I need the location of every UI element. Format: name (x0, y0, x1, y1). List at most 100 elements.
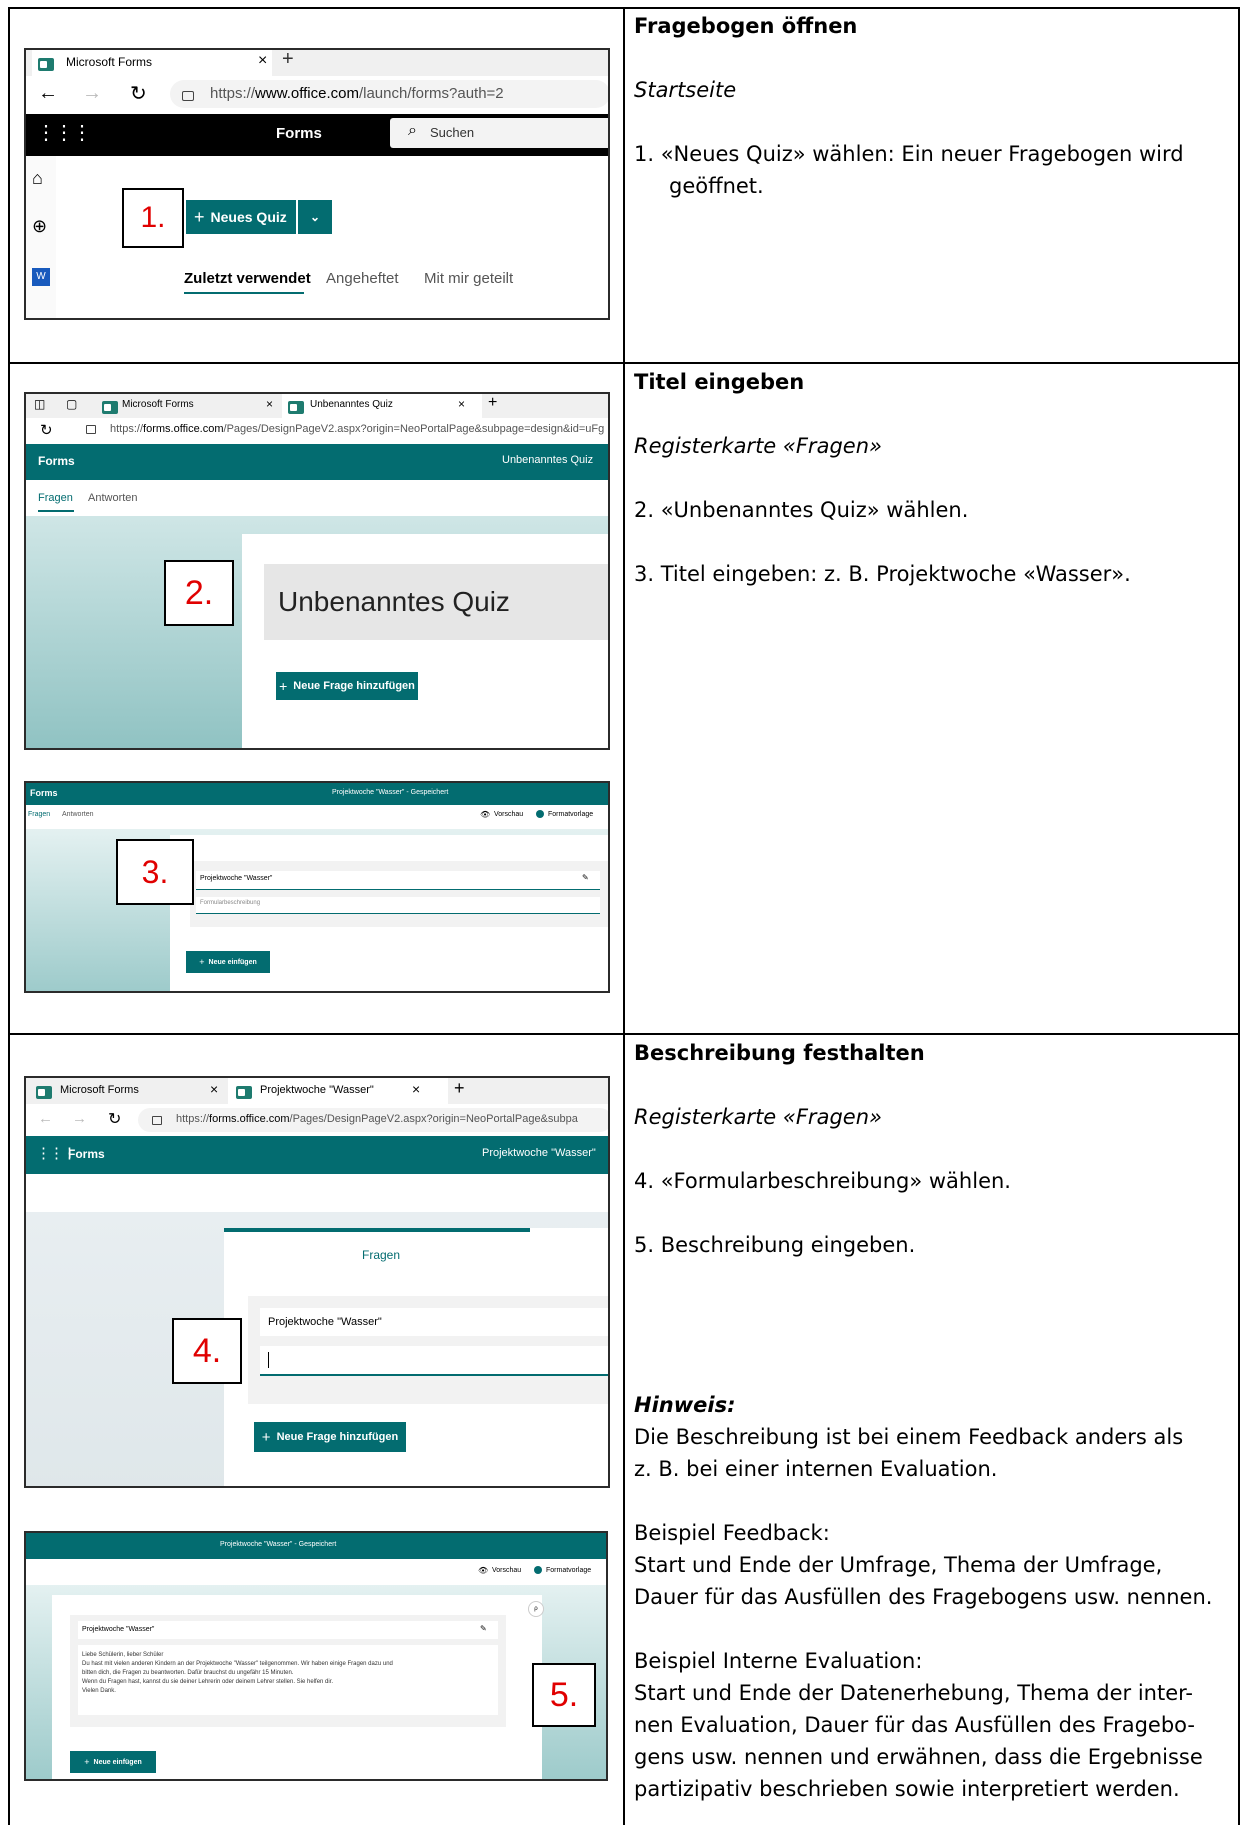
insert-new-button[interactable]: + Neue einfügen (186, 951, 270, 973)
app-launcher-icon[interactable]: ⋮⋮⋮ (36, 120, 92, 145)
url-text[interactable]: https://forms.office.com/Pages/DesignPag… (110, 423, 604, 435)
header-title[interactable]: Projektwoche "Wasser" - Gespeichert (220, 1541, 336, 1548)
desc-line-5: Vielen Dank. (82, 1688, 116, 1694)
table-row-divider-2 (8, 1033, 1240, 1035)
office-header: ⋮⋮⋮ Forms ⌕ Suchen (26, 114, 608, 156)
header-title[interactable]: Projektwoche "Wasser" (482, 1147, 596, 1159)
tab-actions-icon[interactable]: ▢ (66, 397, 77, 411)
plus-icon: + (261, 1428, 271, 1446)
row2-instructions: Titel eingeben Registerkarte «Fragen» 2.… (634, 366, 1234, 590)
tab2-close-icon[interactable]: × (412, 1081, 420, 1097)
edit-icon[interactable]: ✎ (582, 873, 589, 882)
preview-label[interactable]: Vorschau (494, 811, 523, 818)
add-question-button[interactable]: + Neue Frage hinzufügen (276, 672, 418, 700)
forms-tab-icon (38, 58, 54, 72)
tab-recent[interactable]: Zuletzt verwendet (184, 270, 311, 287)
refresh-icon[interactable]: ↻ (40, 421, 53, 439)
url-field[interactable]: https://www.office.com/launch/forms?auth… (170, 80, 608, 108)
lock-icon (86, 425, 96, 434)
search-box[interactable]: ⌕ Suchen (390, 118, 608, 148)
row3-step-5: 5. Beschreibung eingeben. (634, 1233, 916, 1257)
new-tab-icon[interactable]: + (282, 50, 294, 71)
edit-icon[interactable]: ✎ (480, 1624, 487, 1633)
new-quiz-label: Neues Quiz (210, 209, 287, 225)
description-input[interactable]: Liebe Schülerin, lieber Schüler Du hast … (78, 1645, 498, 1715)
forward-icon[interactable]: → (72, 1110, 87, 1127)
row1-step-1-cont: geöffnet. (669, 174, 764, 198)
forward-icon[interactable]: → (82, 82, 102, 105)
tab-close-icon[interactable]: × (258, 52, 267, 70)
forms-header: Projektwoche "Wasser" - Gespeichert (26, 1533, 606, 1559)
preview-icon[interactable]: 👁 (480, 810, 490, 819)
row2-step-3: 3. Titel eingeben: z. B. Projektwoche «W… (634, 562, 1131, 586)
tab-questions[interactable]: Fragen (28, 811, 50, 818)
preview-label[interactable]: Vorschau (492, 1567, 521, 1574)
forms-header: Forms Projektwoche "Wasser" - Gespeicher… (26, 783, 608, 805)
app-name: Forms (30, 788, 58, 798)
preview-icon[interactable]: 👁 (478, 1566, 488, 1575)
row3-heading: Beschreibung festhalten (634, 1041, 925, 1065)
lock-icon (182, 91, 194, 101)
tab2-title: Projektwoche "Wasser" (260, 1084, 374, 1096)
add-question-button[interactable]: + Neue Frage hinzufügen (254, 1422, 406, 1452)
header-title[interactable]: Unbenanntes Quiz (502, 454, 593, 466)
internal-line-2: nen Evaluation, Dauer für das Ausfüllen … (634, 1713, 1195, 1737)
new-quiz-button[interactable]: + Neues Quiz (186, 200, 296, 234)
theme-icon[interactable] (536, 810, 544, 818)
tab-questions[interactable]: Fragen (38, 492, 73, 504)
tab-shared[interactable]: Mit mir geteilt (424, 270, 513, 287)
subtab-bar: Fragen Antworten 👁 Vorschau Formatvorlag… (26, 805, 608, 829)
tab1-close-icon[interactable]: × (266, 397, 273, 411)
new-tab-icon[interactable]: + (454, 1078, 465, 1099)
back-icon[interactable]: ← (38, 1110, 53, 1127)
description-input[interactable] (260, 1346, 608, 1376)
plus-icon: + (84, 1757, 90, 1767)
new-quiz-dropdown[interactable]: ⌄ (298, 200, 332, 234)
refresh-icon[interactable]: ↻ (130, 81, 147, 106)
url-field[interactable]: https://forms.office.com/Pages/DesignPag… (138, 1108, 608, 1132)
refresh-icon[interactable]: ↻ (108, 1109, 121, 1129)
theme-label[interactable]: Formatvorlage (548, 811, 593, 818)
tab-answers[interactable]: Antworten (88, 492, 138, 504)
word-icon[interactable]: W (32, 268, 50, 286)
url-path: /Pages/DesignPageV2.aspx?origin=NeoPorta… (289, 1113, 578, 1125)
back-icon[interactable]: ← (38, 82, 58, 105)
forms-tab-icon (236, 1086, 252, 1100)
home-icon[interactable]: ⌂ (32, 168, 43, 189)
table-row-divider-1 (8, 362, 1240, 364)
internal-line-3: gens usw. nennen und erwähnen, dass die … (634, 1745, 1203, 1769)
url-text: https://forms.office.com/Pages/DesignPag… (176, 1113, 578, 1125)
forms-tab-icon (288, 401, 304, 415)
create-icon[interactable]: ⊕ (32, 216, 47, 237)
questions-tab[interactable]: Fragen (362, 1248, 400, 1262)
title-input[interactable]: Projektwoche "Wasser" (260, 1308, 608, 1336)
header-title[interactable]: Projektwoche "Wasser" - Gespeichert (332, 789, 448, 796)
tab1-title[interactable]: Microsoft Forms (122, 399, 194, 410)
tab1-close-icon[interactable]: × (210, 1081, 218, 1097)
insert-new-button[interactable]: + Neue einfügen (70, 1751, 156, 1773)
forms-tab-icon (102, 401, 118, 415)
theme-label[interactable]: Formatvorlage (546, 1567, 591, 1574)
browser-tab[interactable]: Microsoft Forms × (32, 50, 272, 76)
theme-icon[interactable] (534, 1566, 542, 1574)
screenshot-description-field: Microsoft Forms × Projektwoche "Wasser" … (24, 1076, 610, 1488)
new-tab-icon[interactable]: + (488, 394, 497, 412)
row1-context: Startseite (634, 78, 737, 102)
feedback-avatar-icon[interactable]: ρ (528, 1601, 544, 1617)
tab-answers[interactable]: Antworten (62, 811, 94, 818)
screenshot-description-entered: Projektwoche "Wasser" - Gespeichert 👁 Vo… (24, 1531, 608, 1781)
step-marker-3: 3. (116, 839, 194, 905)
description-input[interactable]: Formularbeschreibung (196, 897, 600, 914)
title-field[interactable]: Unbenanntes Quiz (264, 564, 608, 640)
tab1-title[interactable]: Microsoft Forms (60, 1084, 139, 1096)
url-path: /Pages/DesignPageV2.aspx?origin=NeoPorta… (223, 423, 605, 435)
workspaces-icon[interactable]: ◫ (34, 397, 45, 411)
tab-pinned[interactable]: Angeheftet (326, 270, 399, 287)
active-tab[interactable]: Projektwoche "Wasser" × (228, 1078, 448, 1104)
active-tab[interactable]: Unbenanntes Quiz × (282, 394, 482, 418)
title-input[interactable]: Projektwoche "Wasser" ✎ (196, 871, 600, 890)
step-marker-4: 4. (172, 1318, 242, 1384)
title-input[interactable]: Projektwoche "Wasser" ✎ (78, 1621, 498, 1639)
tab2-close-icon[interactable]: × (458, 397, 465, 411)
left-rail: ⌂ ⊕ W (26, 156, 56, 318)
